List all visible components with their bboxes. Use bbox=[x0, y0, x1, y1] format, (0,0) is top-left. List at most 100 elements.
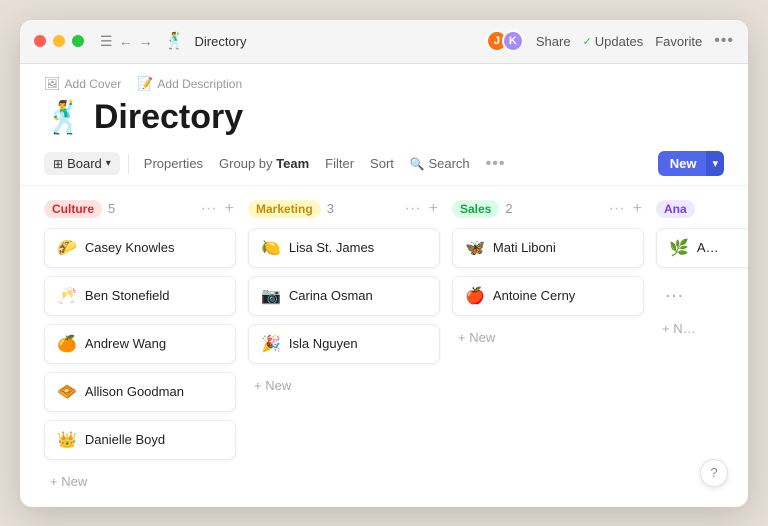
card-emoji: 🥂 bbox=[57, 286, 77, 306]
column-culture: Culture5···+ 🌮 Casey Knowles 🥂 Ben Stonefiel… bbox=[44, 200, 236, 493]
card-name: Lisa St. James bbox=[289, 240, 374, 255]
card-name: Isla Nguyen bbox=[289, 336, 358, 351]
column-tag-culture: Culture bbox=[44, 200, 102, 218]
column-count-marketing: 3 bbox=[327, 201, 334, 216]
column-actions-sales: ···+ bbox=[607, 201, 644, 217]
card[interactable]: 🥂 Ben Stonefield bbox=[44, 276, 236, 316]
card-name: Allison Goodman bbox=[85, 384, 184, 399]
column-tag-marketing: Marketing bbox=[248, 200, 321, 218]
column-add-button-marketing[interactable]: + bbox=[427, 201, 440, 217]
column-more-button-marketing[interactable]: ··· bbox=[403, 201, 423, 217]
page-meta: 🖼 Add Cover 📝 Add Description bbox=[44, 76, 724, 92]
page-title-row: 🕺 Directory bbox=[44, 98, 724, 137]
avatars: J K bbox=[486, 30, 524, 52]
column-actions-culture: ···+ bbox=[199, 201, 236, 217]
column-count-sales: 2 bbox=[505, 201, 512, 216]
page-emoji: 🕺 bbox=[44, 98, 84, 136]
card-emoji: 🍋 bbox=[261, 238, 281, 258]
chevron-down-icon: ▾ bbox=[106, 158, 111, 169]
minimize-button[interactable] bbox=[53, 35, 65, 47]
board-view-button[interactable]: ⊞ Board ▾ bbox=[44, 152, 120, 175]
titlebar-nav: ☰ ← → 🕺 Directory bbox=[100, 31, 247, 51]
page-title[interactable]: Directory bbox=[94, 98, 243, 137]
card[interactable]: 🎉 Isla Nguyen bbox=[248, 324, 440, 364]
add-new-row-ana[interactable]: + N… bbox=[656, 317, 748, 340]
card-emoji: 👑 bbox=[57, 430, 77, 450]
toolbar-more-button[interactable]: ••• bbox=[479, 151, 513, 177]
search-button[interactable]: 🔍 Search bbox=[403, 152, 477, 175]
nav-forward-button[interactable]: → bbox=[139, 33, 153, 49]
column-truncated: … bbox=[656, 276, 748, 307]
card-name: Ben Stonefield bbox=[85, 288, 170, 303]
add-description-button[interactable]: 📝 Add Description bbox=[137, 76, 242, 92]
column-header-sales: Sales 2 ···+ bbox=[452, 200, 644, 218]
card-name: Danielle Boyd bbox=[85, 432, 165, 447]
new-button-group: New ▾ bbox=[658, 151, 724, 176]
page-header: 🖼 Add Cover 📝 Add Description 🕺 Director… bbox=[20, 64, 748, 151]
column-sales: Sales 2 ···+ 🦋Mati Liboni 🍎 Antoine Cerny + Ne… bbox=[452, 200, 644, 349]
column-header-marketing: Marketing 3 ···+ bbox=[248, 200, 440, 218]
card[interactable]: 🧇 Allison Goodman bbox=[44, 372, 236, 412]
card-name: Carina Osman bbox=[289, 288, 373, 303]
titlebar-title: Directory bbox=[194, 34, 246, 49]
nav-back-button[interactable]: ← bbox=[119, 33, 133, 49]
card-emoji: 🎉 bbox=[261, 334, 281, 354]
columns-area: Culture5···+ 🌮 Casey Knowles 🥂 Ben Stonefiel… bbox=[20, 186, 748, 507]
add-new-row-culture[interactable]: + New bbox=[44, 470, 236, 493]
card-name: Casey Knowles bbox=[85, 240, 175, 255]
card[interactable]: 🦋Mati Liboni bbox=[452, 228, 644, 268]
group-by-button[interactable]: Group by Team bbox=[212, 152, 316, 175]
fullscreen-button[interactable] bbox=[72, 35, 84, 47]
card[interactable]: 🌿 A… bbox=[656, 228, 748, 268]
card-name: Andrew Wang bbox=[85, 336, 166, 351]
card-emoji: 🍊 bbox=[57, 334, 77, 354]
card-emoji: 🌿 bbox=[669, 238, 689, 258]
column-more-button-culture[interactable]: ··· bbox=[199, 201, 219, 217]
traffic-lights bbox=[34, 35, 84, 47]
column-actions-marketing: ···+ bbox=[403, 201, 440, 217]
column-add-button-sales[interactable]: + bbox=[631, 201, 644, 217]
card-name: A… bbox=[697, 240, 719, 255]
more-options-button[interactable]: ••• bbox=[714, 32, 734, 50]
card[interactable]: 🍊 Andrew Wang bbox=[44, 324, 236, 364]
column-header-ana: Ana···+ bbox=[656, 200, 748, 218]
add-cover-button[interactable]: 🖼 Add Cover bbox=[44, 76, 121, 92]
column-header-culture: Culture5···+ bbox=[44, 200, 236, 218]
sort-button[interactable]: Sort bbox=[363, 152, 401, 175]
column-ana: Ana···+ 🌿 A… … + N… bbox=[656, 200, 748, 340]
card-name: Antoine Cerny bbox=[493, 288, 575, 303]
card[interactable]: 🍋 Lisa St. James bbox=[248, 228, 440, 268]
close-button[interactable] bbox=[34, 35, 46, 47]
card-emoji: 🦋 bbox=[465, 238, 485, 258]
card[interactable]: 📷 Carina Osman bbox=[248, 276, 440, 316]
new-button-caret[interactable]: ▾ bbox=[706, 151, 724, 176]
nav-menu-icon[interactable]: ☰ bbox=[100, 33, 113, 50]
column-tag-sales: Sales bbox=[452, 200, 499, 218]
add-new-row-sales[interactable]: + New bbox=[452, 326, 644, 349]
image-icon: 🖼 bbox=[44, 76, 61, 92]
share-button[interactable]: Share bbox=[536, 34, 571, 49]
filter-button[interactable]: Filter bbox=[318, 152, 361, 175]
favorite-button[interactable]: Favorite bbox=[655, 34, 702, 49]
new-button[interactable]: New bbox=[658, 151, 709, 176]
column-add-button-culture[interactable]: + bbox=[223, 201, 236, 217]
search-icon: 🔍 bbox=[410, 157, 425, 171]
updates-button[interactable]: ✓ Updates bbox=[583, 34, 644, 49]
add-new-row-marketing[interactable]: + New bbox=[248, 374, 440, 397]
card-emoji: 🌮 bbox=[57, 238, 77, 258]
column-more-button-sales[interactable]: ··· bbox=[607, 201, 627, 217]
card[interactable]: 🌮 Casey Knowles bbox=[44, 228, 236, 268]
description-icon: 📝 bbox=[137, 76, 153, 92]
toolbar: ⊞ Board ▾ Properties Group by Team Filte… bbox=[20, 151, 748, 186]
card-emoji: 🍎 bbox=[465, 286, 485, 306]
card-emoji: 🧇 bbox=[57, 382, 77, 402]
toolbar-divider bbox=[128, 154, 129, 174]
column-marketing: Marketing 3 ···+ 🍋 Lisa St. James 📷 Carina Osm… bbox=[248, 200, 440, 397]
board-icon: ⊞ bbox=[53, 157, 63, 171]
card[interactable]: 🍎 Antoine Cerny bbox=[452, 276, 644, 316]
card-emoji: 📷 bbox=[261, 286, 281, 306]
properties-button[interactable]: Properties bbox=[137, 152, 210, 175]
help-button[interactable]: ? bbox=[700, 459, 728, 487]
card[interactable]: 👑 Danielle Boyd bbox=[44, 420, 236, 460]
titlebar-right: J K Share ✓ Updates Favorite ••• bbox=[486, 30, 734, 52]
